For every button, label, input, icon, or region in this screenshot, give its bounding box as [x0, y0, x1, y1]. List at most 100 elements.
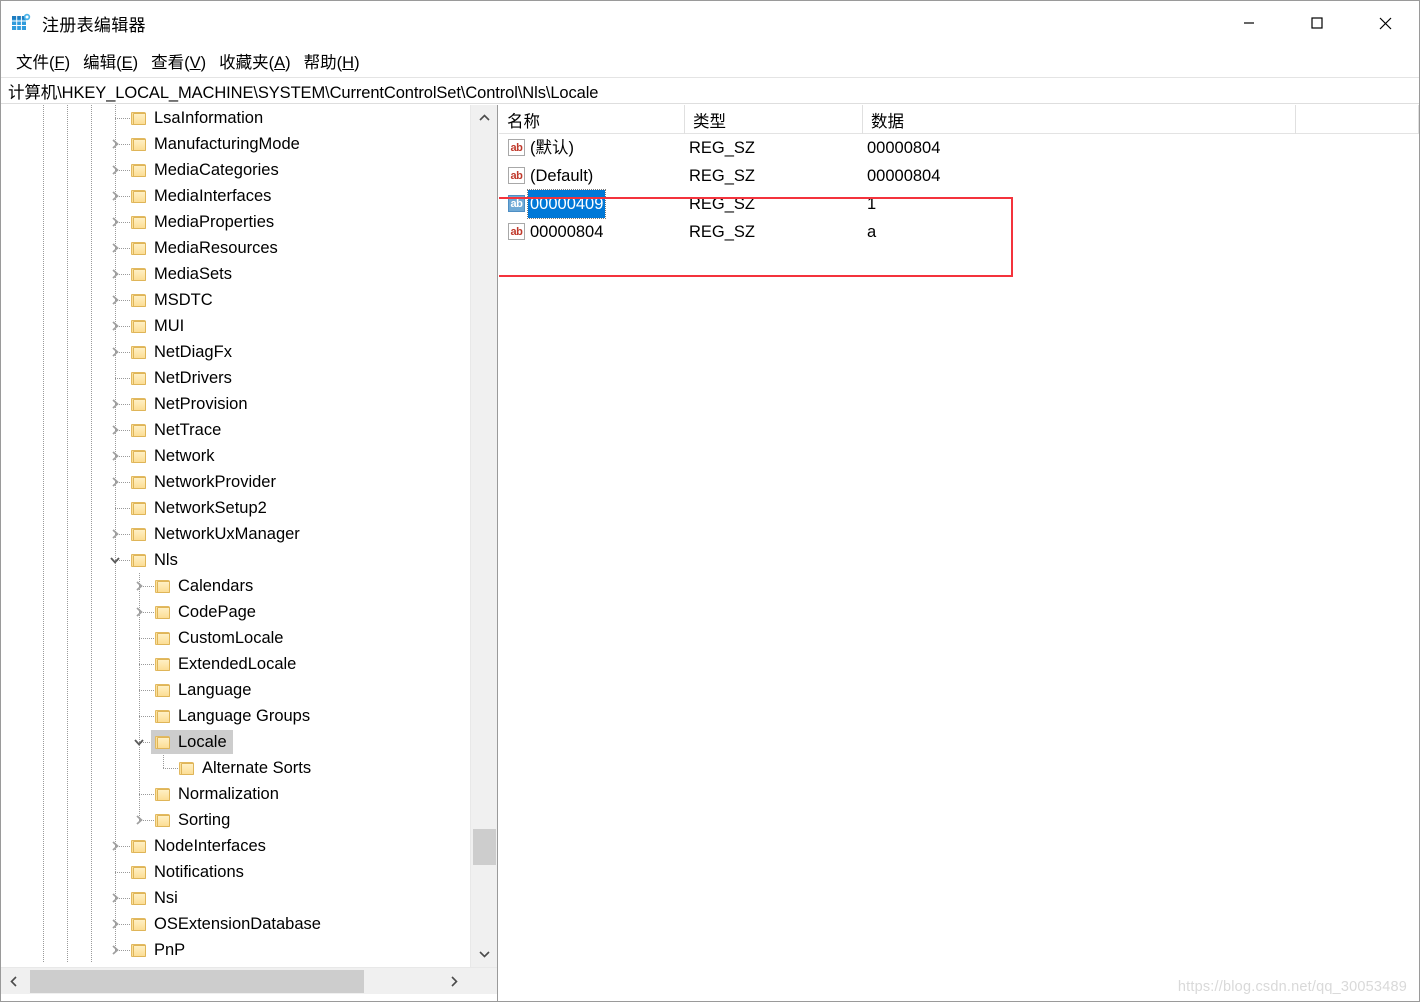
chevron-right-icon[interactable] [107, 240, 123, 256]
tree-item-netprovision[interactable]: NetProvision [1, 391, 470, 417]
tree-item-networkuxmanager[interactable]: NetworkUxManager [1, 521, 470, 547]
chevron-right-icon[interactable] [107, 162, 123, 178]
tree-item-nls[interactable]: Nls [1, 547, 470, 573]
value-type: REG_SZ [689, 195, 756, 213]
tree-item-nettrace[interactable]: NetTrace [1, 417, 470, 443]
tree-item-lsainformation[interactable]: LsaInformation [1, 105, 470, 131]
value-row[interactable]: ab (默认) REG_SZ 00000804 [499, 134, 1419, 162]
tree-item-customlocale[interactable]: CustomLocale [1, 625, 470, 651]
chevron-right-icon[interactable] [107, 136, 123, 152]
chevron-down-icon[interactable] [131, 734, 147, 750]
menu-bar: 文件(F) 编辑(E) 查看(V) 收藏夹(A) 帮助(H) [1, 46, 1419, 76]
tree-scroll-thumb[interactable] [473, 829, 496, 865]
tree-item-nsi[interactable]: Nsi [1, 885, 470, 911]
chevron-right-icon[interactable] [107, 292, 123, 308]
folder-icon [131, 943, 147, 958]
tree-hscroll-thumb[interactable] [30, 970, 364, 993]
menu-item-2[interactable]: 编辑(E) [77, 47, 145, 75]
column-header-spacer[interactable] [1296, 105, 1419, 134]
value-row[interactable]: ab 00000409 REG_SZ 1 [499, 189, 1419, 219]
chevron-right-icon[interactable] [107, 214, 123, 230]
tree-item-mediasets[interactable]: MediaSets [1, 261, 470, 287]
tree-item-language[interactable]: Language [1, 677, 470, 703]
tree-vertical-scrollbar[interactable] [470, 105, 497, 967]
tree-item-netdiagfx[interactable]: NetDiagFx [1, 339, 470, 365]
tree-item-osextensiondatabase[interactable]: OSExtensionDatabase [1, 911, 470, 937]
tree-item-msdtc[interactable]: MSDTC [1, 287, 470, 313]
menu-item-1[interactable]: 文件(F) [10, 47, 77, 75]
chevron-right-icon[interactable] [107, 890, 123, 906]
menu-item-3[interactable]: 查看(V) [145, 47, 213, 75]
chevron-right-icon[interactable] [107, 318, 123, 334]
maximize-button[interactable] [1283, 1, 1351, 45]
folder-icon [131, 111, 147, 126]
chevron-right-icon[interactable] [107, 942, 123, 958]
chevron-right-icon[interactable] [107, 838, 123, 854]
column-header-data[interactable]: 数据 [863, 105, 1296, 134]
registry-values-pane: 名称 类型 数据 ab (默认) REG_SZ 00000804 ab (Default) RE… [499, 105, 1419, 1001]
value-name: (Default) [530, 167, 594, 185]
menu-item-5[interactable]: 帮助(H) [298, 47, 367, 75]
value-row[interactable]: ab (Default) REG_SZ 00000804 [499, 162, 1419, 190]
value-row[interactable]: ab 00000804 REG_SZ a [499, 218, 1419, 246]
value-data: 00000804 [867, 167, 941, 185]
chevron-right-icon[interactable] [131, 812, 147, 828]
registry-tree-viewport[interactable]: LsaInformation ManufacturingMode MediaCate… [1, 105, 470, 967]
chevron-right-icon[interactable] [107, 396, 123, 412]
tree-item-locale[interactable]: Locale [1, 729, 470, 755]
tree-item-codepage[interactable]: CodePage [1, 599, 470, 625]
tree-item-label: NetworkSetup2 [154, 499, 267, 517]
tree-horizontal-scrollbar[interactable] [1, 967, 497, 994]
tree-item-mediaresources[interactable]: MediaResources [1, 235, 470, 261]
tree-item-sorting[interactable]: Sorting [1, 807, 470, 833]
tree-item-netdrivers[interactable]: NetDrivers [1, 365, 470, 391]
tree-item-network[interactable]: Network [1, 443, 470, 469]
folder-icon [131, 241, 147, 256]
tree-item-notifications[interactable]: Notifications [1, 859, 470, 885]
tree-item-language-groups[interactable]: Language Groups [1, 703, 470, 729]
column-header-name[interactable]: 名称 [499, 105, 685, 134]
chevron-right-icon[interactable] [107, 188, 123, 204]
tree-item-mediaproperties[interactable]: MediaProperties [1, 209, 470, 235]
chevron-right-icon[interactable] [131, 604, 147, 620]
scroll-down-button[interactable] [471, 941, 497, 967]
tree-item-networksetup2[interactable]: NetworkSetup2 [1, 495, 470, 521]
close-button[interactable] [1351, 1, 1419, 45]
address-bar[interactable]: 计算机\HKEY_LOCAL_MACHINE\SYSTEM\CurrentCon… [1, 77, 1419, 104]
minimize-button[interactable] [1215, 1, 1283, 45]
chevron-right-icon[interactable] [107, 448, 123, 464]
folder-icon [179, 761, 195, 776]
tree-item-normalization[interactable]: Normalization [1, 781, 470, 807]
menu-item-4[interactable]: 收藏夹(A) [213, 47, 298, 75]
tree-item-mui[interactable]: MUI [1, 313, 470, 339]
tree-item-label: Language Groups [178, 707, 311, 725]
scroll-right-button[interactable] [441, 968, 467, 995]
tree-item-calendars[interactable]: Calendars [1, 573, 470, 599]
tree-item-label: MediaInterfaces [154, 187, 272, 205]
registry-tree-pane: LsaInformation ManufacturingMode MediaCate… [1, 105, 498, 1001]
scroll-left-button[interactable] [1, 968, 27, 995]
scroll-up-button[interactable] [471, 105, 497, 131]
folder-icon [131, 475, 147, 490]
values-list: ab (默认) REG_SZ 00000804 ab (Default) REG_SZ 000… [499, 134, 1419, 246]
chevron-right-icon[interactable] [107, 474, 123, 490]
tree-guide-line [139, 638, 155, 639]
chevron-right-icon[interactable] [107, 916, 123, 932]
tree-item-networkprovider[interactable]: NetworkProvider [1, 469, 470, 495]
chevron-right-icon[interactable] [107, 266, 123, 282]
tree-item-manufacturingmode[interactable]: ManufacturingMode [1, 131, 470, 157]
tree-item-nodeinterfaces[interactable]: NodeInterfaces [1, 833, 470, 859]
tree-item-mediainterfaces[interactable]: MediaInterfaces [1, 183, 470, 209]
window-title: 注册表编辑器 [42, 16, 146, 35]
chevron-right-icon[interactable] [107, 344, 123, 360]
value-type: REG_SZ [689, 167, 756, 185]
chevron-right-icon[interactable] [131, 578, 147, 594]
tree-item-mediacategories[interactable]: MediaCategories [1, 157, 470, 183]
tree-item-pnp[interactable]: PnP [1, 937, 470, 963]
column-header-type[interactable]: 类型 [685, 105, 863, 134]
tree-item-extendedlocale[interactable]: ExtendedLocale [1, 651, 470, 677]
chevron-right-icon[interactable] [107, 422, 123, 438]
chevron-right-icon[interactable] [107, 526, 123, 542]
chevron-down-icon[interactable] [107, 552, 123, 568]
tree-item-alternate-sorts[interactable]: Alternate Sorts [1, 755, 470, 781]
